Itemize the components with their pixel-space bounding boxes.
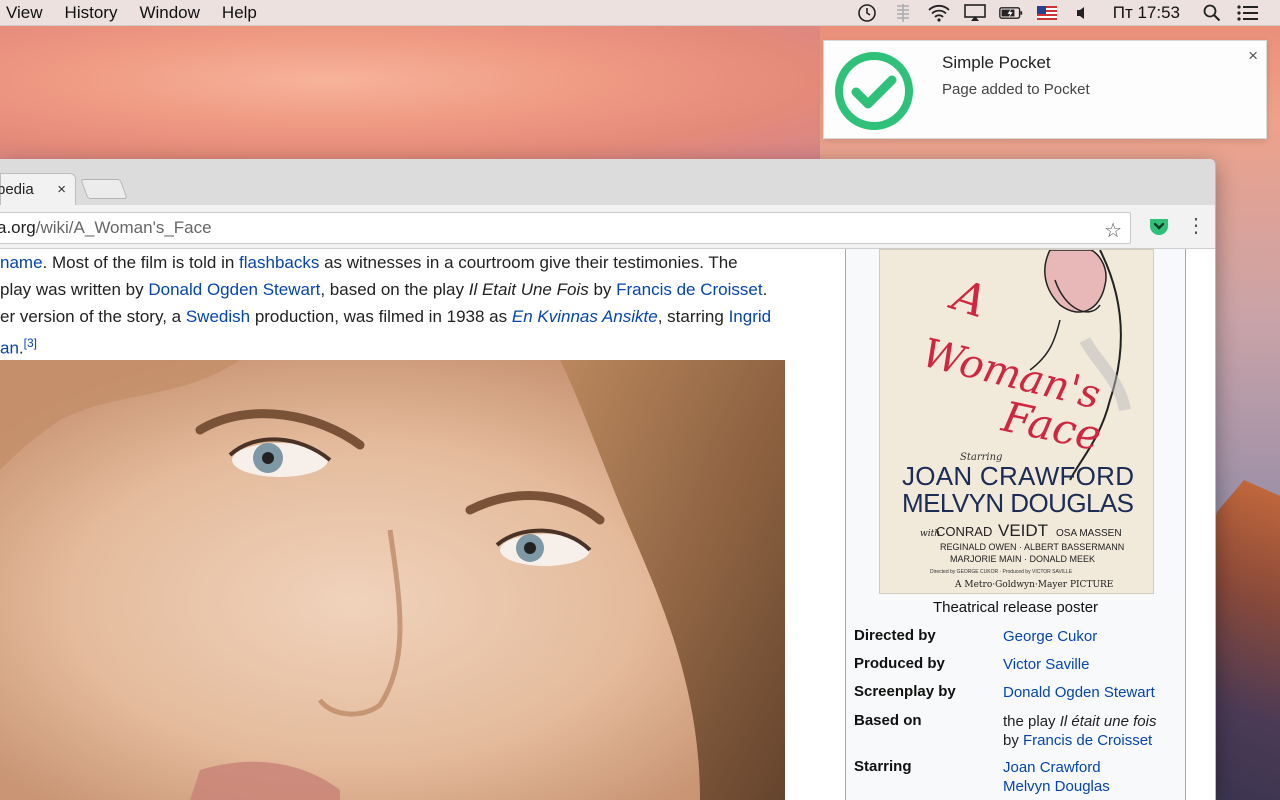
- menu-window[interactable]: Window: [128, 3, 210, 23]
- george-cukor-link[interactable]: George Cukor: [1003, 627, 1097, 646]
- poster-caption: Theatrical release poster: [932, 599, 1099, 616]
- menu-view[interactable]: View: [0, 3, 54, 23]
- poster-cast-line3: MARJORIE MAIN · DONALD MEEK: [950, 554, 1095, 564]
- article-link[interactable]: name: [0, 253, 43, 272]
- tab-wikipedia[interactable]: pedia ×: [0, 173, 76, 205]
- article-line: er version of the story, a Swedish produ…: [0, 307, 772, 326]
- poster-cast-osa: OSA MASSEN: [1056, 528, 1122, 539]
- pocket-extension-icon[interactable]: [1148, 217, 1170, 237]
- menu-help[interactable]: Help: [211, 3, 268, 23]
- bookmark-star-icon[interactable]: ☆: [1104, 218, 1122, 243]
- notification-title: Simple Pocket: [942, 53, 1051, 72]
- airplay-icon[interactable]: [963, 2, 987, 24]
- time-machine-icon[interactable]: [855, 2, 879, 24]
- article-link[interactable]: an: [0, 339, 19, 358]
- poster-cast-line2: REGINALD OWEN · ALBERT BASSERMANN: [940, 542, 1124, 552]
- menu-bar: View History Window Help Пт 17:53: [0, 0, 1280, 26]
- swedish-link[interactable]: Swedish: [186, 307, 250, 326]
- new-tab-button[interactable]: [80, 179, 128, 199]
- browser-menu-icon[interactable]: ⋮: [1186, 214, 1206, 238]
- poster-cast-conrad: CONRAD: [936, 524, 992, 539]
- volume-icon[interactable]: [1071, 2, 1095, 24]
- donald-ogden-stewart-link[interactable]: Donald Ogden Stewart: [1003, 683, 1155, 702]
- desktop-wallpaper: [0, 26, 820, 161]
- donald-ogden-stewart-link[interactable]: Donald Ogden Stewart: [148, 280, 320, 299]
- tab-title: pedia: [0, 181, 34, 198]
- battery-icon[interactable]: [998, 2, 1023, 24]
- poster-star-1: JOAN CRAWFORD: [902, 461, 1134, 491]
- article-line: name. Most of the film is told in flashb…: [0, 253, 738, 272]
- movie-poster[interactable]: A Woman's Face Starring JOAN CRAWFORD ME…: [879, 249, 1154, 594]
- us-flag-icon[interactable]: [1035, 2, 1059, 24]
- melvyn-douglas-link[interactable]: Melvyn Douglas: [1003, 778, 1110, 795]
- article-line: play was written by Donald Ogden Stewart…: [0, 280, 768, 299]
- url-path: /wiki/A_Woman's_Face: [35, 218, 212, 237]
- article-body: name. Most of the film is told in flashb…: [0, 249, 800, 362]
- pocket-notification[interactable]: Simple Pocket Page added to Pocket ×: [823, 40, 1267, 139]
- notification-center-icon[interactable]: [1236, 2, 1260, 24]
- list-menu-icon[interactable]: [891, 2, 915, 24]
- tab-close-button[interactable]: ×: [57, 181, 66, 198]
- reference-link[interactable]: [3]: [24, 336, 37, 350]
- ingrid-link[interactable]: Ingrid: [729, 307, 772, 326]
- article-line: an.[3]: [0, 336, 37, 358]
- menubar-clock[interactable]: Пт 17:53: [1113, 3, 1180, 23]
- joan-crawford-link[interactable]: Joan Crawford: [1003, 759, 1101, 776]
- checkmark-icon: [835, 52, 913, 130]
- browser-toolbar: a.org/wiki/A_Woman's_Face ☆ ⋮: [0, 205, 1215, 249]
- poster-credits: Directed by GEORGE CUKOR · Produced by V…: [930, 569, 1073, 575]
- poster-studio: A Metro·Goldwyn·Mayer PICTURE: [954, 580, 1113, 590]
- infobox: A Woman's Face Starring JOAN CRAWFORD ME…: [845, 249, 1186, 800]
- menu-history[interactable]: History: [54, 3, 129, 23]
- browser-window: pedia × a.org/wiki/A_Woman's_Face ☆ ⋮ na…: [0, 159, 1216, 800]
- poster-cast-veidt: VEIDT: [998, 521, 1048, 540]
- francis-de-croisset-link[interactable]: Francis de Croisset: [1023, 732, 1152, 749]
- url-host: a.org: [0, 218, 36, 237]
- poster-star-2: MELVYN DOUGLAS: [902, 488, 1134, 518]
- address-bar[interactable]: a.org/wiki/A_Woman's_Face ☆: [0, 212, 1131, 244]
- wifi-icon[interactable]: [927, 2, 951, 24]
- page-content: name. Most of the film is told in flashb…: [0, 249, 1215, 800]
- spotlight-search-icon[interactable]: [1200, 2, 1224, 24]
- victor-saville-link[interactable]: Victor Saville: [1003, 655, 1089, 674]
- flashbacks-link[interactable]: flashbacks: [239, 253, 319, 272]
- notification-close-button[interactable]: ×: [1248, 46, 1258, 66]
- notification-message: Page added to Pocket: [942, 81, 1090, 98]
- face-photo: [0, 360, 785, 800]
- en-kvinnas-ansikte-link[interactable]: En Kvinnas Ansikte: [512, 307, 658, 326]
- francis-de-croisset-link[interactable]: Francis de Croisset: [616, 280, 762, 299]
- tab-strip: pedia ×: [0, 159, 1215, 205]
